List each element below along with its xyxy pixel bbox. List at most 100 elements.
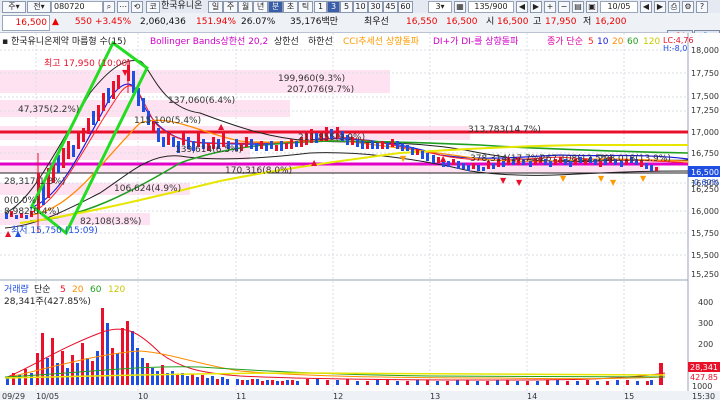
- volume-legend-4: 60: [90, 285, 102, 295]
- zoom-out-icon[interactable]: −: [558, 1, 570, 13]
- help-icon[interactable]: ?: [696, 1, 708, 13]
- volume-legend-5: 120: [108, 285, 125, 295]
- low-annotation: 최저 15,750 (15:09): [11, 225, 98, 236]
- price-tick: 17,250: [691, 106, 719, 115]
- interval-10[interactable]: 10: [353, 1, 368, 13]
- time-axis-bar: [0, 391, 720, 400]
- svg-text:▼: ▼: [122, 68, 129, 77]
- annotation-17: 298,018(13.9%): [598, 154, 671, 164]
- up-arrow-icon: ▲: [52, 17, 59, 27]
- annotation-7: 211,855(9.9%): [298, 133, 365, 143]
- legend-item-1: Bollinger Bands상한선 20,2: [150, 36, 268, 47]
- volume-current-value: 28,341: [690, 363, 718, 372]
- period-day[interactable]: 일: [208, 1, 223, 13]
- time-tick: 12: [333, 392, 343, 400]
- annotation-10: 28,317(1.3%): [4, 177, 65, 187]
- svg-text:▲: ▲: [440, 154, 447, 163]
- best-quote-label: 최우선: [364, 17, 389, 27]
- time-tick: 11: [236, 392, 246, 400]
- lc-bottom-label: H:-8,0: [663, 44, 687, 53]
- zoom-in-icon[interactable]: +: [544, 1, 556, 13]
- change-percent: +3.45%: [95, 17, 132, 27]
- volume-axis-tick: 300: [698, 319, 713, 328]
- best-bid: 16,500: [446, 17, 478, 27]
- interval-60[interactable]: 60: [398, 1, 413, 13]
- interval-3[interactable]: 3: [327, 1, 340, 13]
- svg-text:▼: ▼: [560, 174, 567, 183]
- period-year[interactable]: 년: [253, 1, 268, 13]
- annotation-13: 0(0.0%): [4, 196, 40, 206]
- settings-icon[interactable]: ⚙: [682, 1, 694, 13]
- quote-bar: 16,500 ▲ 550 +3.45% 2,060,436 151.94% 26…: [0, 13, 720, 44]
- date-input[interactable]: 10/05: [600, 1, 638, 13]
- legend-item-4: CCI추세선 상향돌파: [343, 35, 420, 47]
- grid-icon[interactable]: ▤: [572, 1, 584, 13]
- period-minute[interactable]: 분: [268, 1, 283, 13]
- low-price: 16,200: [595, 17, 627, 27]
- top-toolbar: 주▾ 전▾ 080720 ⌕ ⋯ ⟲ 코 한국유니온 일 주 월 년 분 초 틱…: [0, 0, 720, 14]
- ellipsis-icon[interactable]: ⋯: [117, 1, 129, 13]
- time-tick: 15: [624, 392, 634, 400]
- svg-text:▼: ▼: [500, 176, 507, 185]
- svg-text:▼: ▼: [516, 178, 523, 187]
- search-icon[interactable]: ⌕: [103, 1, 115, 13]
- legend-candle-icon: ▪: [2, 37, 8, 47]
- prev-icon[interactable]: ◀: [516, 1, 528, 13]
- annotation-15: 378,314(17.7%): [470, 154, 543, 164]
- period-month[interactable]: 월: [238, 1, 253, 13]
- interval-30[interactable]: 30: [368, 1, 383, 13]
- time-tick: 10/05: [36, 392, 59, 400]
- history-icon[interactable]: ⟲: [131, 1, 143, 13]
- stock-name: 한국유니온: [161, 1, 203, 11]
- svg-text:▼: ▼: [598, 174, 605, 183]
- volume-legend-1: 단순: [34, 284, 51, 295]
- stock-chart[interactable]: ▲ ▼ ▲▼ ▼ ▼ ▼ ▼ ▼▲ ▼▲ ▲ ▪ 한국유니온제약 마름형 수(15) …: [0, 33, 720, 400]
- legend-item-9: 20: [612, 37, 624, 47]
- time-tick: 15:30: [692, 392, 715, 400]
- market-select[interactable]: 주▾: [2, 1, 26, 13]
- print-icon[interactable]: ⎙: [668, 1, 680, 13]
- annotation-1: 199,960(9.3%): [278, 74, 345, 84]
- annotation-2: 207,076(9.7%): [287, 85, 354, 95]
- annotation-14: 8,982(0.4%): [4, 207, 60, 217]
- interval-45[interactable]: 45: [383, 1, 398, 13]
- stock-code-input[interactable]: 080720: [51, 1, 103, 13]
- price-change: 550: [74, 17, 92, 27]
- interval-5[interactable]: 5: [340, 1, 353, 13]
- open-label: 시: [486, 17, 495, 27]
- period-second[interactable]: 초: [283, 1, 298, 13]
- price-tick: 18,000: [691, 46, 719, 55]
- interval-1[interactable]: 1: [314, 1, 327, 13]
- calendar-icon[interactable]: ▣: [586, 1, 598, 13]
- volume-legend-3: 20: [72, 285, 84, 295]
- open-price: 16,500: [497, 17, 529, 27]
- date-next-icon[interactable]: ▶: [654, 1, 666, 13]
- time-tick: 14: [527, 392, 537, 400]
- volume-value: 2,060,436: [140, 17, 186, 27]
- price-tick: 17,500: [691, 92, 719, 101]
- period-tick[interactable]: 틱: [298, 1, 313, 13]
- stock-type-button[interactable]: 코: [146, 1, 160, 13]
- interval-select[interactable]: 3▾: [428, 1, 452, 13]
- current-price-pct: -0.60%: [691, 178, 720, 187]
- time-tick: 10: [138, 392, 148, 400]
- legend-item-5: DI+가 DI-를 상향돌파: [433, 35, 519, 47]
- annotation-5: 115,100(5.4%): [134, 116, 201, 126]
- scope-select[interactable]: 전▾: [27, 1, 51, 13]
- best-ask: 16,550: [406, 17, 438, 27]
- annotation-4: 137,060(6.4%): [168, 96, 235, 106]
- legend-item-7: 5: [588, 37, 594, 47]
- period-week[interactable]: 주: [223, 1, 238, 13]
- date-prev-icon[interactable]: ◀: [640, 1, 652, 13]
- annotation-11: 106,624(4.9%): [114, 184, 181, 194]
- price-tick: 15,500: [691, 251, 719, 260]
- volume-axis-unit: 1000: [692, 382, 712, 391]
- chart-setting-icon[interactable]: ▦: [454, 1, 466, 13]
- legend-item-11: 120: [643, 37, 660, 47]
- price-tick: 17,000: [691, 128, 719, 137]
- next-icon[interactable]: ▶: [530, 1, 542, 13]
- volume-panel: 거래량 단순 5 20 60 120 28,341주(427.85%) 400 …: [4, 283, 720, 391]
- page-counter[interactable]: 135/900: [468, 1, 514, 13]
- svg-text:▼: ▼: [610, 178, 617, 187]
- annotation-3: 47,375(2.2%): [18, 105, 79, 115]
